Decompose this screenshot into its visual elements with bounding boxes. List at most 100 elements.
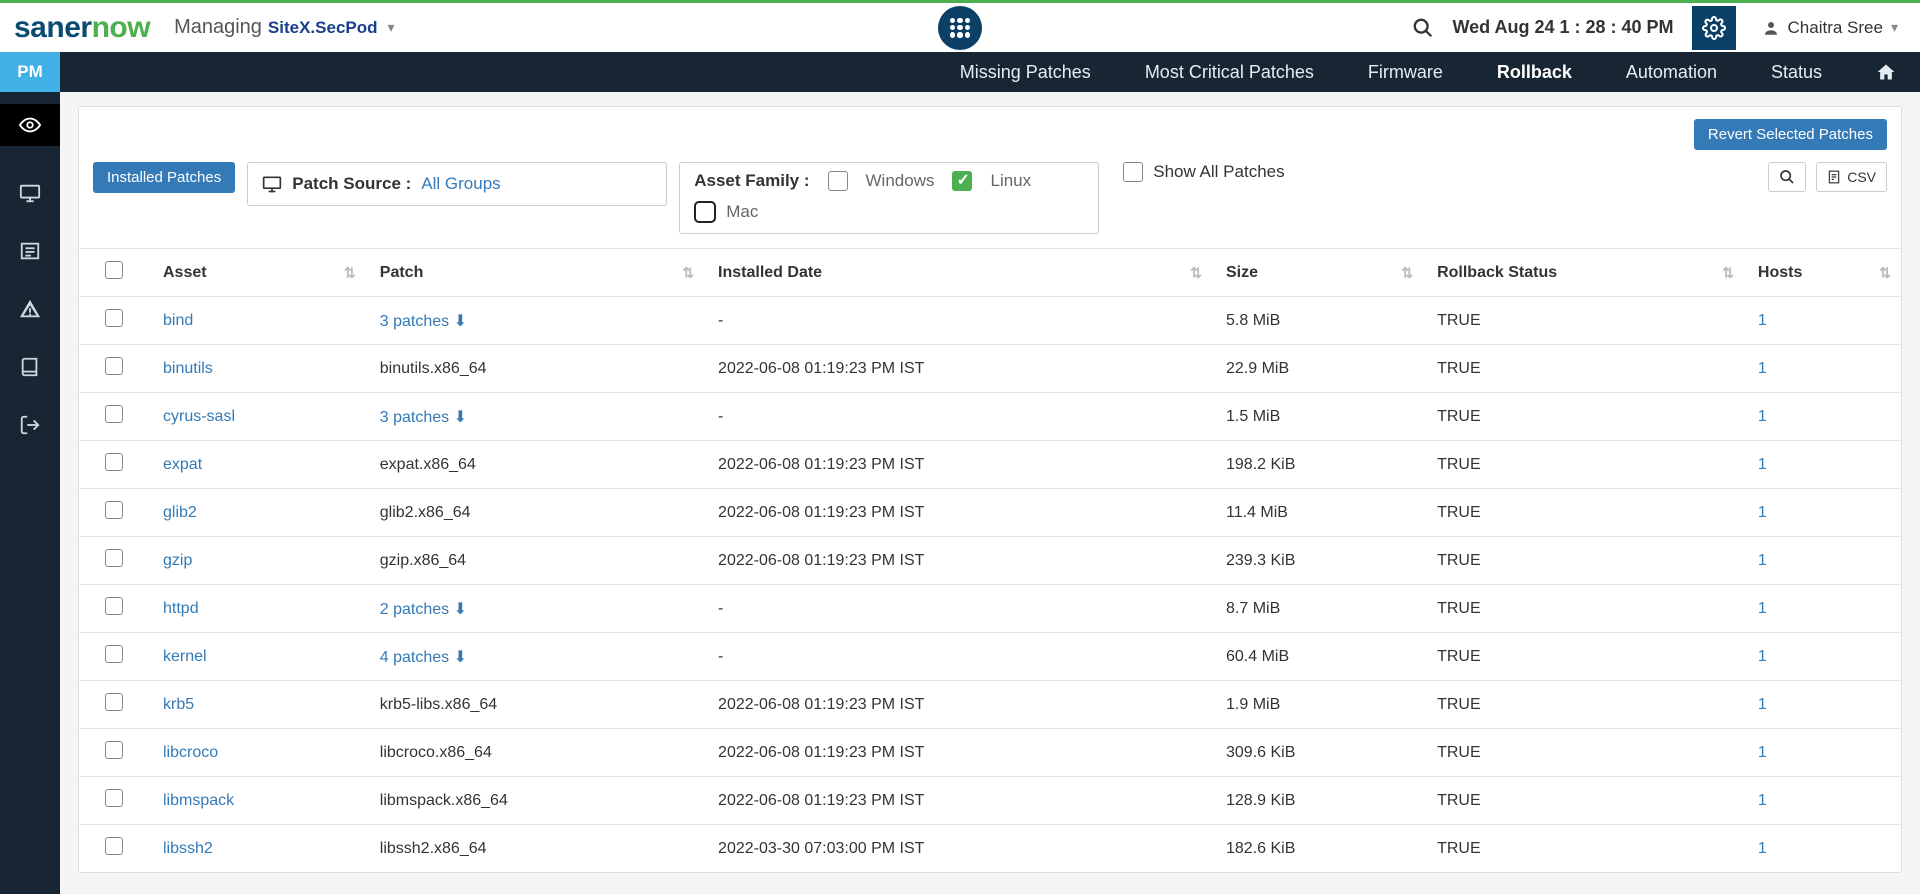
row-checkbox[interactable]: [105, 789, 123, 807]
patch-expand-link[interactable]: 3 patches ⬇: [380, 409, 467, 426]
table-row: libssh2libssh2.x86_642022-03-30 07:03:00…: [79, 825, 1901, 873]
chevron-down-icon[interactable]: ▾: [388, 19, 395, 36]
row-checkbox[interactable]: [105, 549, 123, 567]
hosts-link[interactable]: 1: [1758, 648, 1767, 665]
hosts-link[interactable]: 1: [1758, 792, 1767, 809]
asset-link[interactable]: bind: [163, 312, 193, 329]
hosts-link[interactable]: 1: [1758, 312, 1767, 329]
asset-link[interactable]: libcroco: [163, 744, 218, 761]
apps-grid-icon: [950, 18, 970, 38]
csv-label: CSV: [1847, 169, 1876, 185]
hosts-link[interactable]: 1: [1758, 552, 1767, 569]
search-icon[interactable]: [1412, 17, 1434, 39]
patch-text: gzip.x86_64: [380, 552, 466, 569]
apps-menu-button[interactable]: [938, 6, 982, 50]
row-checkbox[interactable]: [105, 405, 123, 423]
asset-link[interactable]: kernel: [163, 648, 207, 665]
show-all-toggle[interactable]: Show All Patches: [1123, 162, 1284, 182]
row-checkbox[interactable]: [105, 357, 123, 375]
col-size[interactable]: Size⇅: [1212, 249, 1423, 297]
checkbox-mac[interactable]: [694, 201, 716, 223]
patch-expand-link[interactable]: 4 patches ⬇: [380, 649, 467, 666]
patch-text: binutils.x86_64: [380, 360, 487, 377]
nav-rollback[interactable]: Rollback: [1497, 62, 1572, 83]
rail-monitor[interactable]: [19, 182, 41, 204]
sort-icon: ⇅: [1722, 264, 1734, 281]
asset-link[interactable]: glib2: [163, 504, 197, 521]
hosts-link[interactable]: 1: [1758, 504, 1767, 521]
hosts-link[interactable]: 1: [1758, 456, 1767, 473]
search-icon: [1779, 169, 1795, 185]
nav-status[interactable]: Status: [1771, 62, 1822, 83]
row-checkbox[interactable]: [105, 453, 123, 471]
patch-expand-link[interactable]: 3 patches ⬇: [380, 313, 467, 330]
row-checkbox[interactable]: [105, 837, 123, 855]
hosts-link[interactable]: 1: [1758, 840, 1767, 857]
arrow-down-icon: ⬇: [454, 649, 467, 666]
hosts-link[interactable]: 1: [1758, 360, 1767, 377]
revert-selected-button[interactable]: Revert Selected Patches: [1694, 119, 1887, 150]
mac-label: Mac: [726, 202, 758, 222]
hosts-link[interactable]: 1: [1758, 696, 1767, 713]
nav-automation[interactable]: Automation: [1626, 62, 1717, 83]
col-hosts[interactable]: Hosts⇅: [1744, 249, 1901, 297]
managing-label: Managing: [174, 16, 262, 39]
pm-badge[interactable]: PM: [0, 52, 60, 92]
asset-link[interactable]: expat: [163, 456, 202, 473]
top-bar: sanernow Managing SiteX.SecPod ▾ Wed Aug…: [0, 0, 1920, 52]
sort-icon: ⇅: [682, 264, 694, 281]
logo[interactable]: sanernow: [14, 11, 150, 45]
asset-link[interactable]: binutils: [163, 360, 213, 377]
rail-logout[interactable]: [19, 414, 41, 436]
patch-source-select[interactable]: Patch Source : All Groups: [247, 162, 667, 206]
checkbox-windows[interactable]: [828, 171, 848, 191]
nav-missing-patches[interactable]: Missing Patches: [960, 62, 1091, 83]
checkbox-linux[interactable]: [952, 171, 972, 191]
row-checkbox[interactable]: [105, 741, 123, 759]
settings-button[interactable]: [1692, 6, 1736, 50]
checkbox-show-all[interactable]: [1123, 162, 1143, 182]
select-all-checkbox[interactable]: [105, 261, 123, 279]
cell-size: 8.7 MiB: [1212, 585, 1423, 633]
asset-link[interactable]: libmspack: [163, 792, 234, 809]
table-row: kernel4 patches ⬇-60.4 MiBTRUE1: [79, 633, 1901, 681]
col-checkbox: [79, 249, 149, 297]
nav-home-icon[interactable]: [1876, 62, 1896, 82]
rail-eye[interactable]: [0, 104, 60, 146]
row-checkbox[interactable]: [105, 693, 123, 711]
cell-date: -: [704, 633, 1212, 681]
row-checkbox[interactable]: [105, 597, 123, 615]
asset-family-box: Asset Family : Windows Linux Mac: [679, 162, 1099, 234]
patches-table: Asset⇅ Patch⇅ Installed Date⇅ Size⇅ Roll…: [79, 248, 1901, 872]
nav-firmware[interactable]: Firmware: [1368, 62, 1443, 83]
table-search-button[interactable]: [1768, 162, 1806, 192]
installed-patches-pill[interactable]: Installed Patches: [93, 162, 235, 193]
asset-link[interactable]: libssh2: [163, 840, 213, 857]
patch-expand-link[interactable]: 2 patches ⬇: [380, 601, 467, 618]
row-checkbox[interactable]: [105, 645, 123, 663]
asset-link[interactable]: gzip: [163, 552, 192, 569]
col-date[interactable]: Installed Date⇅: [704, 249, 1212, 297]
rail-alert[interactable]: [19, 298, 41, 320]
rail-book[interactable]: [19, 356, 41, 378]
col-asset[interactable]: Asset⇅: [149, 249, 366, 297]
row-checkbox[interactable]: [105, 501, 123, 519]
user-menu[interactable]: Chaitra Sree ▾: [1754, 18, 1906, 38]
col-patch[interactable]: Patch⇅: [366, 249, 704, 297]
row-checkbox[interactable]: [105, 309, 123, 327]
nav-most-critical-patches[interactable]: Most Critical Patches: [1145, 62, 1314, 83]
site-dropdown[interactable]: SiteX.SecPod: [268, 18, 378, 38]
asset-family-label: Asset Family :: [694, 171, 809, 191]
rail-list[interactable]: [19, 240, 41, 262]
asset-link[interactable]: httpd: [163, 600, 199, 617]
cell-date: 2022-06-08 01:19:23 PM IST: [704, 345, 1212, 393]
export-csv-button[interactable]: CSV: [1816, 162, 1887, 192]
asset-link[interactable]: cyrus-sasl: [163, 408, 235, 425]
hosts-link[interactable]: 1: [1758, 744, 1767, 761]
hosts-link[interactable]: 1: [1758, 600, 1767, 617]
left-rail: [0, 92, 60, 894]
asset-link[interactable]: krb5: [163, 696, 194, 713]
hosts-link[interactable]: 1: [1758, 408, 1767, 425]
col-status[interactable]: Rollback Status⇅: [1423, 249, 1744, 297]
table-row: krb5krb5-libs.x86_642022-06-08 01:19:23 …: [79, 681, 1901, 729]
